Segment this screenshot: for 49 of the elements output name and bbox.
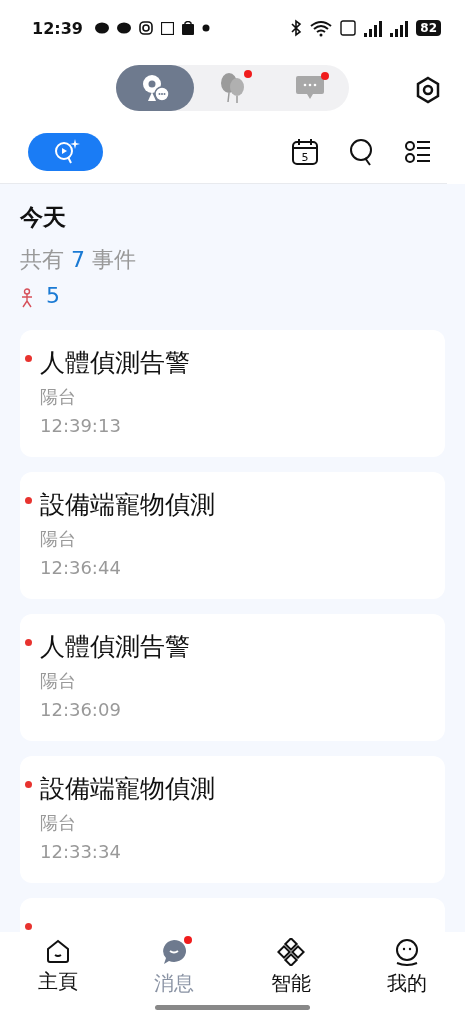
- event-card[interactable]: 人體偵測告警 陽台 12:39:13: [20, 330, 445, 457]
- nav-label: 我的: [386, 970, 427, 997]
- shopping-bag-icon: [181, 21, 194, 35]
- event-title: 設備端寵物偵測: [40, 489, 216, 521]
- event-location: 陽台: [40, 527, 77, 551]
- person-icon: [20, 288, 34, 308]
- event-location: 陽台: [40, 669, 77, 693]
- camera-icon: [138, 21, 153, 35]
- event-summary: 共有 7 事件: [20, 246, 137, 274]
- event-title: 設備端寵物偵測: [40, 773, 216, 805]
- list-icon[interactable]: [405, 139, 431, 164]
- day-heading: 今天: [20, 203, 67, 232]
- event-card[interactable]: 人體偵測告警 陽台 12:36:09: [20, 614, 445, 741]
- status-time: 12:39: [32, 18, 83, 38]
- nav-tab[interactable]: 智能: [245, 938, 336, 997]
- event-title: 人體偵測告警: [40, 347, 191, 379]
- signal-icon: [364, 19, 383, 37]
- chat-bubble-icon: [116, 22, 131, 34]
- nav-tab[interactable]: 我的: [361, 938, 452, 997]
- battery-level: 82: [416, 20, 441, 36]
- event-card[interactable]: 設備端寵物偵測 陽台 12:33:34: [20, 756, 445, 883]
- event-time: 12:39:13: [40, 415, 122, 436]
- calendar-icon[interactable]: 5: [291, 137, 319, 166]
- event-location: 陽台: [40, 385, 77, 409]
- event-location: 陽台: [40, 811, 77, 835]
- diamonds-icon: [276, 938, 305, 966]
- event-time: 12:33:34: [40, 841, 122, 862]
- nav-label: 主頁: [38, 968, 79, 995]
- nav-tab[interactable]: 主頁: [13, 938, 104, 997]
- calendar-day: 5: [301, 150, 309, 164]
- event-title: 人體偵測告警: [40, 631, 191, 663]
- event-time: 12:36:44: [40, 557, 122, 578]
- wifi-icon: [310, 19, 333, 37]
- event-time: 12:36:09: [40, 699, 122, 720]
- nav-label: 智能: [270, 970, 311, 997]
- nav-label: 消息: [154, 970, 195, 997]
- chat-bubble-icon: [94, 22, 109, 34]
- signal-icon: [390, 19, 409, 37]
- ai-search-button[interactable]: [28, 132, 103, 171]
- chat-bubble-icon: [160, 938, 189, 966]
- dot-icon: [201, 24, 210, 32]
- home-icon: [45, 938, 72, 964]
- search-icon[interactable]: [349, 137, 375, 166]
- face-icon: [393, 938, 420, 966]
- person-count: 5: [46, 283, 60, 308]
- bluetooth-icon: [290, 19, 303, 37]
- settings-icon[interactable]: [415, 76, 441, 104]
- mode-tab[interactable]: [116, 65, 194, 111]
- event-card[interactable]: 設備端寵物偵測 陽台 12:36:44: [20, 472, 445, 599]
